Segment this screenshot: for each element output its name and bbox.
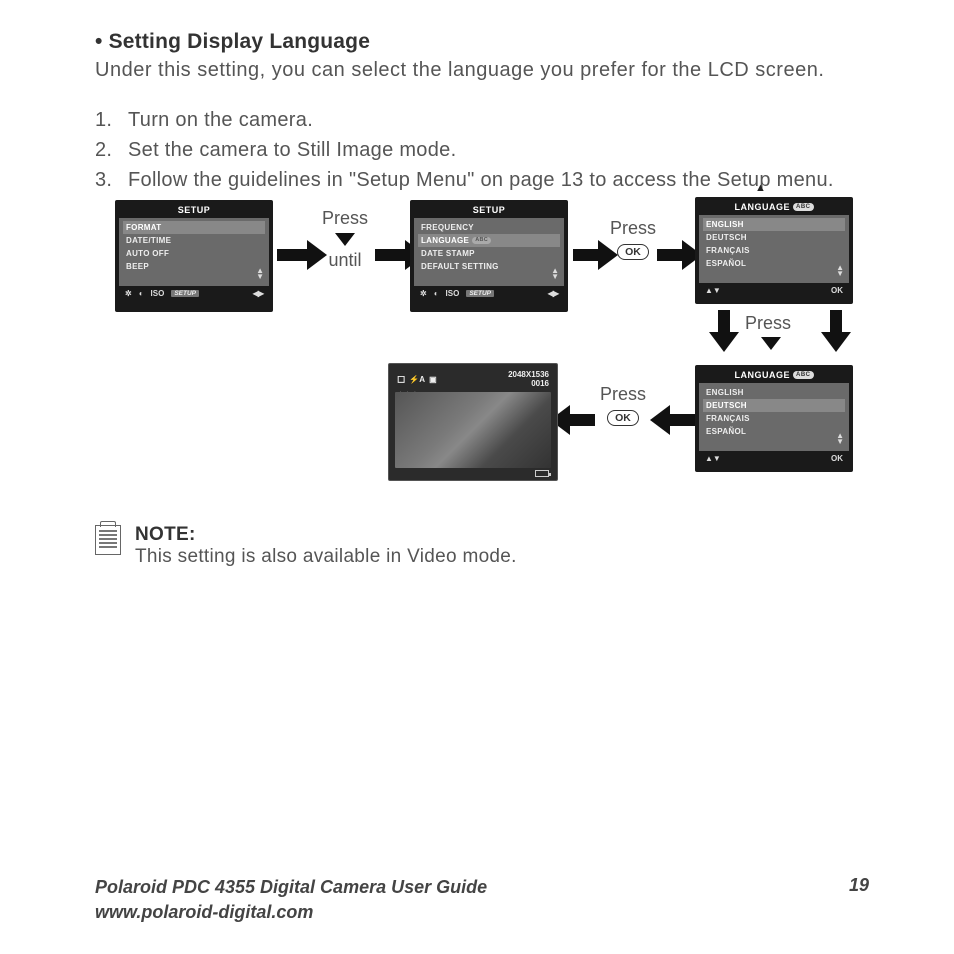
updown-icon: ▲▼ [836,265,844,277]
page-footer: Polaroid PDC 4355 Digital Camera User Gu… [95,875,869,924]
brightness-icon: ✲ [125,289,132,298]
flash-auto-icon: ⚡A [409,375,425,384]
brightness-icon: ✲ [420,289,427,298]
step-num: 2. [95,136,128,164]
leftright-icon: ◀▶ [548,289,558,298]
press-ok: Press OK [593,384,653,426]
menu-row: DEUTSCH [703,231,845,244]
ok-button-icon: OK [607,410,639,426]
abc-badge: ABC [793,371,814,379]
menu-row: ESPAÑOL [703,425,845,438]
ok-label: OK [831,454,843,463]
lcd-title: SETUP [119,204,269,218]
lcd-title: SETUP [414,204,564,218]
step-num: 1. [95,106,128,134]
note-label: NOTE: [135,524,517,546]
menu-row: FRANÇAIS [703,244,845,257]
lcd-title: LANGUAGE ABC [699,201,849,215]
lcd-setup-2: SETUP FREQUENCY LANGUAGE ABC DATE STAMP … [410,200,568,312]
press-ok: Press OK [603,218,663,260]
arrow-down-icon [821,310,851,352]
camera-icon: ◻ [397,374,405,385]
press-label: Press [745,313,791,350]
menu-row: DATE/TIME [123,234,265,247]
lcd-capture-screen: ◻ ⚡A ▣ 2048X1536 0016 ★★★ [388,363,558,481]
arrow-left-icon [650,405,695,435]
abc-badge: ABC [472,237,491,244]
updown-icon: ▲▼ [256,268,264,280]
updown-icon: ▲▼ [551,268,559,280]
menu-row: FRANÇAIS [703,412,845,425]
leftright-icon: ◀▶ [253,289,263,298]
step-text: Set the camera to Still Image mode. [128,136,869,164]
menu-row: ENGLISH [703,386,845,399]
abc-badge: ABC [793,203,814,211]
note-body: This setting is also available in Video … [135,546,517,568]
photo-preview [395,392,551,468]
section-heading: • Setting Display Language [95,30,869,54]
footer-url: www.polaroid-digital.com [95,902,313,922]
note-block: NOTE: This setting is also available in … [95,524,869,568]
press-down-until: Press until [310,208,380,271]
step-num: 3. [95,166,128,194]
menu-row: FORMAT [123,221,265,234]
triangle-down-icon [335,233,355,246]
menu-row: DATE STAMP [418,247,560,260]
iso-icon: ISO [446,289,460,298]
lcd-setup-1: SETUP FORMAT DATE/TIME AUTO OFF BEEP ▲▼ … [115,200,273,312]
contrast-icon: ◐ [139,289,144,298]
iso-icon: ISO [151,289,165,298]
lcd-language-1: LANGUAGE ABC ENGLISH DEUTSCH FRANÇAIS ES… [695,197,853,304]
menu-row: FREQUENCY [418,221,560,234]
menu-row: AUTO OFF [123,247,265,260]
page-number: 19 [849,875,869,924]
triangle-down-icon [761,337,781,350]
menu-row: LANGUAGE ABC [418,234,560,247]
menu-row: BEEP [123,260,265,273]
lcd-title: LANGUAGE ABC [699,369,849,383]
step-text: Turn on the camera. [128,106,869,134]
menu-row: DEFAULT SETTING [418,260,560,273]
setup-tab: SETUP [466,290,494,297]
lcd-language-2: LANGUAGE ABC ENGLISH DEUTSCH FRANÇAIS ES… [695,365,853,472]
setup-tab: SETUP [171,290,199,297]
menu-row: DEUTSCH [703,399,845,412]
menu-row: ENGLISH [703,218,845,231]
step-list: 1.Turn on the camera. 2.Set the camera t… [95,106,869,194]
counter-label: 0016 [508,379,549,388]
battery-icon [535,470,549,477]
menu-row: ESPAÑOL [703,257,845,270]
triangle-up-icon: ▲ [755,182,766,194]
metering-icon: ▣ [429,375,437,384]
section-intro: Under this setting, you can select the l… [95,57,869,84]
footer-guide-title: Polaroid PDC 4355 Digital Camera User Gu… [95,877,487,897]
ok-button-icon: OK [617,244,649,260]
updown-small-icon: ▲▼ [705,286,721,295]
workflow-diagram: SETUP FORMAT DATE/TIME AUTO OFF BEEP ▲▼ … [95,200,869,520]
updown-small-icon: ▲▼ [705,454,721,463]
ok-label: OK [831,286,843,295]
arrow-down-icon [709,310,739,352]
updown-icon: ▲▼ [836,433,844,445]
contrast-icon: ◐ [434,289,439,298]
resolution-label: 2048X1536 [508,370,549,379]
notepad-icon [95,525,121,555]
